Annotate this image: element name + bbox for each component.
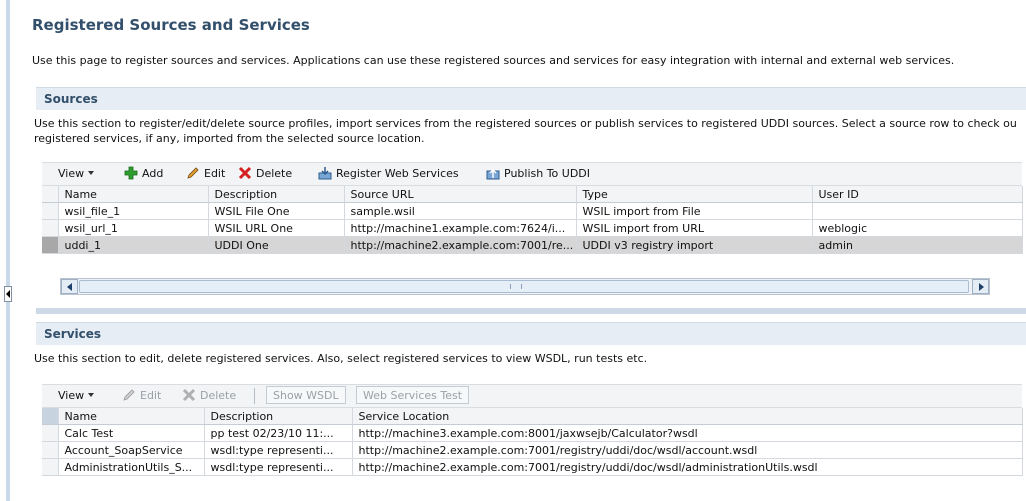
sources-description: Use this section to register/edit/delete… — [34, 116, 1026, 146]
register-label: Register Web Services — [336, 167, 459, 180]
sources-toolbar: View Add Edit Delete Register Web Servic… — [42, 162, 1022, 186]
delete-x-icon — [238, 166, 252, 180]
show-wsdl-button[interactable]: Show WSDL — [266, 386, 346, 404]
edit-label: Edit — [140, 389, 162, 402]
column-header-name[interactable]: Name — [58, 408, 205, 425]
cell-description: UDDI One — [208, 236, 345, 254]
sources-view-menu[interactable]: View — [58, 166, 95, 182]
cell-name: AdministrationUtils_S... — [58, 458, 205, 476]
services-description: Use this section to edit, delete registe… — [34, 352, 648, 365]
sources-description-line1: Use this section to register/edit/delete… — [34, 117, 1017, 130]
table-row[interactable]: wsil_url_1 WSIL URL One http://machine1.… — [42, 219, 1023, 237]
cell-description: wsdl:type representi... — [204, 441, 353, 459]
delete-label: Delete — [200, 389, 237, 402]
sources-title: Sources — [44, 92, 98, 106]
row-header-corner — [42, 186, 59, 203]
services-view-menu[interactable]: View — [58, 388, 95, 404]
sources-header-row: Name Description Source URL Type User ID — [42, 186, 1023, 203]
cell-description: WSIL File One — [208, 202, 345, 220]
publish-icon — [486, 168, 500, 180]
scroll-left-icon[interactable] — [61, 279, 78, 294]
add-source-button[interactable]: Add — [124, 166, 163, 182]
row-header[interactable] — [42, 202, 59, 220]
column-header-description[interactable]: Description — [204, 408, 353, 425]
cell-type: UDDI v3 registry import — [576, 236, 813, 254]
cell-description: pp test 02/23/10 11:... — [204, 424, 353, 442]
column-header-source-url[interactable]: Source URL — [344, 186, 577, 203]
edit-service-button[interactable]: Edit — [122, 388, 161, 404]
column-header-description[interactable]: Description — [208, 186, 345, 203]
row-header[interactable] — [42, 458, 59, 476]
row-header[interactable] — [42, 236, 59, 254]
delete-service-button[interactable]: Delete — [182, 388, 236, 404]
cell-user-id: weblogic — [812, 219, 1023, 237]
services-table: Name Description Service Location Calc T… — [42, 408, 1023, 476]
column-header-user-id[interactable]: User ID — [812, 186, 1023, 203]
cell-description: wsdl:type representi... — [204, 458, 353, 476]
row-header-corner — [42, 408, 59, 425]
publish-label: Publish To UDDI — [504, 167, 591, 180]
publish-to-uddi-button[interactable]: Publish To UDDI — [486, 166, 590, 182]
column-header-name[interactable]: Name — [58, 186, 209, 203]
pencil-icon — [187, 167, 199, 179]
panel-splitter[interactable] — [36, 308, 1026, 314]
cell-source-url: sample.wsil — [344, 202, 577, 220]
column-header-service-location[interactable]: Service Location — [352, 408, 1023, 425]
sources-horizontal-scrollbar[interactable] — [60, 278, 990, 295]
row-header[interactable] — [42, 441, 59, 459]
add-label: Add — [142, 167, 164, 180]
edit-label: Edit — [204, 167, 226, 180]
sources-description-line2: registered services, if any, imported fr… — [34, 132, 425, 145]
delete-label: Delete — [256, 167, 293, 180]
cell-service-location: http://machine2.example.com:7001/registr… — [352, 441, 1023, 459]
cell-source-url: http://machine2.example.com:7001/re... — [344, 236, 577, 254]
chevron-down-icon — [88, 393, 95, 397]
scroll-right-icon[interactable] — [972, 279, 989, 294]
services-header-row: Name Description Service Location — [42, 408, 1023, 425]
web-services-test-button[interactable]: Web Services Test — [356, 386, 470, 404]
cell-type: WSIL import from URL — [576, 219, 813, 237]
sources-header: Sources — [36, 87, 1026, 110]
scrollbar-thumb[interactable] — [79, 280, 969, 293]
delete-x-icon — [182, 388, 196, 402]
column-header-type[interactable]: Type — [576, 186, 813, 203]
delete-source-button[interactable]: Delete — [238, 166, 292, 182]
cell-name: wsil_url_1 — [58, 219, 209, 237]
row-header[interactable] — [42, 219, 59, 237]
add-icon — [124, 166, 138, 180]
sources-view-label: View — [58, 167, 85, 180]
services-toolbar: View Edit Delete Show WSDL Web Services … — [42, 384, 1022, 408]
cell-source-url: http://machine1.example.com:7624/i... — [344, 219, 577, 237]
table-row[interactable]: Calc Test pp test 02/23/10 11:... http:/… — [42, 424, 1023, 442]
cell-name: Calc Test — [58, 424, 205, 442]
sources-table: Name Description Source URL Type User ID… — [42, 186, 1023, 254]
page-title: Registered Sources and Services — [32, 16, 310, 34]
services-title: Services — [44, 327, 102, 341]
cell-type: WSIL import from File — [576, 202, 813, 220]
cell-name: wsil_file_1 — [58, 202, 209, 220]
cell-service-location: http://machine3.example.com:8001/jaxwsej… — [352, 424, 1023, 442]
register-web-services-button[interactable]: Register Web Services — [318, 166, 459, 182]
left-rail — [0, 0, 14, 501]
pencil-icon — [123, 389, 135, 401]
cell-name: Account_SoapService — [58, 441, 205, 459]
table-row[interactable]: Account_SoapService wsdl:type representi… — [42, 441, 1023, 459]
cell-user-id — [812, 202, 1023, 220]
chevron-down-icon — [88, 171, 95, 175]
row-header[interactable] — [42, 424, 59, 442]
collapse-panel-handle[interactable] — [4, 286, 12, 302]
table-row[interactable]: AdministrationUtils_S... wsdl:type repre… — [42, 458, 1023, 476]
table-row[interactable]: wsil_file_1 WSIL File One sample.wsil WS… — [42, 202, 1023, 220]
cell-description: WSIL URL One — [208, 219, 345, 237]
register-icon — [318, 167, 332, 180]
cell-name: uddi_1 — [58, 236, 209, 254]
page-description: Use this page to register sources and se… — [32, 54, 955, 67]
cell-service-location: http://machine2.example.com:7001/registr… — [352, 458, 1023, 476]
services-view-label: View — [58, 389, 85, 402]
edit-source-button[interactable]: Edit — [186, 166, 225, 182]
toolbar-separator — [254, 388, 255, 404]
table-row-selected[interactable]: uddi_1 UDDI One http://machine2.example.… — [42, 236, 1023, 254]
cell-user-id: admin — [812, 236, 1023, 254]
services-header: Services — [36, 322, 1026, 345]
